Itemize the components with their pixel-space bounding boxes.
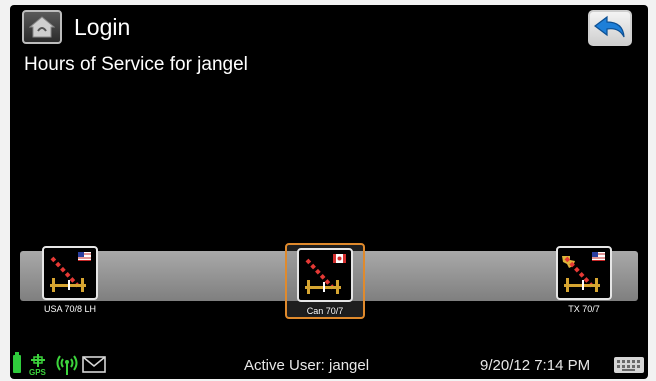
home-icon: [29, 16, 55, 38]
ruleset-can-70-7[interactable]: Can 70/7: [285, 243, 365, 319]
page-title: Login: [74, 14, 131, 40]
home-button[interactable]: [22, 10, 62, 44]
battery-icon: [13, 352, 21, 373]
gps-label: GPS: [29, 368, 46, 377]
mail-icon[interactable]: [82, 356, 106, 373]
date-time: 9/20/12 7:14 PM: [480, 357, 591, 374]
ruleset-gate-canada-icon: [297, 248, 353, 302]
ruleset-label: TX 70/7: [568, 304, 600, 314]
wireless-signal-icon: [56, 355, 78, 375]
ruleset-label: Can 70/7: [306, 306, 344, 316]
ruleset-usa-70-8-lh[interactable]: USA 70/8 LH: [30, 243, 110, 319]
active-user-label: Active User: jangel: [244, 357, 370, 374]
page-subtitle: Hours of Service for jangel: [24, 54, 248, 75]
ruleset-gate-usa-icon: [42, 246, 98, 300]
device-screen: Login Hours of Service for jangel USA 70…: [10, 5, 648, 379]
back-arrow-icon: [594, 15, 625, 38]
ruleset-gate-texas-icon: [556, 246, 612, 300]
ruleset-label: USA 70/8 LH: [43, 304, 97, 314]
back-button[interactable]: [588, 10, 632, 46]
status-bar: GPS Active User: jangel 9/20/12 7:14 PM: [10, 349, 648, 379]
keyboard-icon[interactable]: [614, 357, 644, 373]
ruleset-tx-70-7[interactable]: TX 70/7: [544, 243, 624, 319]
